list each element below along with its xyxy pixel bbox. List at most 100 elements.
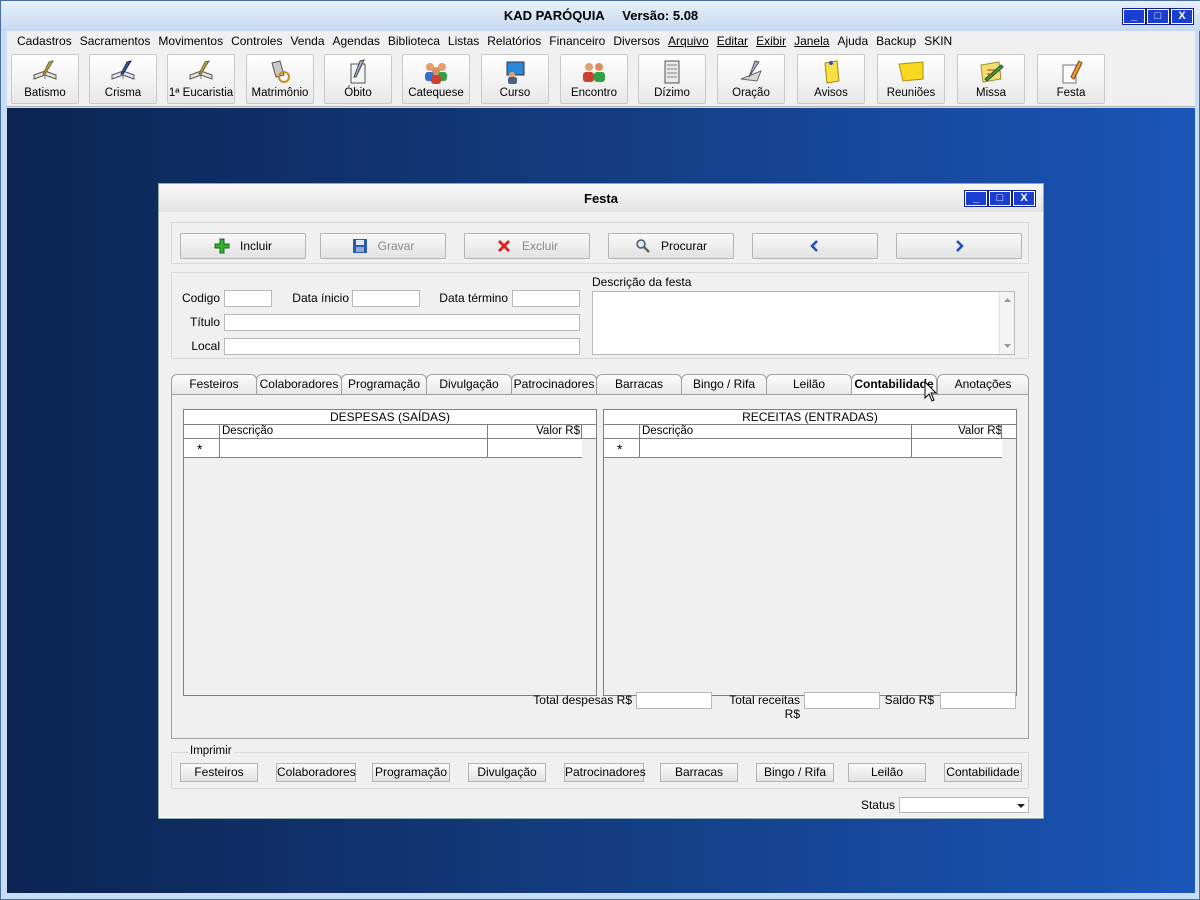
procurar-button[interactable]: Procurar bbox=[608, 233, 734, 259]
gravar-button[interactable]: Gravar bbox=[320, 233, 446, 259]
print-patrocinadores-button[interactable]: Patrocinadores bbox=[564, 763, 646, 782]
form-group: Codigo Data ínicio Data término Título L… bbox=[171, 272, 1029, 359]
arrow-left-icon bbox=[810, 240, 818, 252]
menu-ajuda[interactable]: Ajuda bbox=[833, 34, 872, 48]
codigo-field[interactable] bbox=[224, 290, 272, 307]
tab-bingo-rifa[interactable]: Bingo / Rifa bbox=[681, 374, 767, 394]
tab-patrocinadores[interactable]: Patrocinadores bbox=[511, 374, 597, 394]
next-record-button[interactable] bbox=[896, 233, 1022, 259]
sticky-note-icon bbox=[898, 61, 924, 82]
menu-sacramentos[interactable]: Sacramentos bbox=[76, 34, 155, 48]
toolbar-matrimonio-button[interactable]: Matrimônio bbox=[246, 54, 314, 104]
title-bar: KAD PARÓQUIA Versão: 5.08 _ □ X bbox=[1, 1, 1200, 31]
imprimir-group: Imprimir Festeiros Colaboradores Program… bbox=[171, 745, 1029, 789]
print-divulgacao-button[interactable]: Divulgação bbox=[468, 763, 546, 782]
menu-backup[interactable]: Backup bbox=[872, 34, 920, 48]
toolbar: Batismo Crisma 1ª Eucaristia Matrimônio … bbox=[7, 51, 1195, 107]
data-inicio-field[interactable] bbox=[352, 290, 420, 307]
despesas-new-row[interactable]: * bbox=[184, 439, 582, 458]
tab-anotacoes[interactable]: Anotações bbox=[937, 374, 1029, 394]
plus-icon bbox=[214, 238, 230, 254]
command-bar: Incluir Gravar Excluir Procurar bbox=[171, 222, 1029, 264]
menu-cadastros[interactable]: Cadastros bbox=[13, 34, 76, 48]
toolbar-missa-button[interactable]: Missa bbox=[957, 54, 1025, 104]
menu-exibir[interactable]: Exibir bbox=[752, 34, 790, 48]
print-festeiros-button[interactable]: Festeiros bbox=[180, 763, 258, 782]
print-leilao-button[interactable]: Leilão bbox=[848, 763, 926, 782]
excluir-button[interactable]: Excluir bbox=[464, 233, 590, 259]
minimize-button[interactable]: _ bbox=[1122, 8, 1146, 25]
toolbar-avisos-button[interactable]: Avisos bbox=[797, 54, 865, 104]
close-button[interactable]: X bbox=[1170, 8, 1194, 25]
menu-diversos[interactable]: Diversos bbox=[609, 34, 664, 48]
descricao-textarea[interactable] bbox=[592, 291, 1015, 355]
tab-barracas[interactable]: Barracas bbox=[596, 374, 682, 394]
local-field[interactable] bbox=[224, 338, 580, 355]
note-icon bbox=[824, 60, 840, 84]
menu-janela[interactable]: Janela bbox=[790, 34, 833, 48]
receitas-col-descricao: Descrição bbox=[642, 425, 694, 437]
pencil-note-icon bbox=[980, 61, 1004, 83]
tab-leilao[interactable]: Leilão bbox=[766, 374, 852, 394]
titulo-field[interactable] bbox=[224, 314, 580, 331]
menu-movimentos[interactable]: Movimentos bbox=[154, 34, 227, 48]
receitas-grid[interactable]: RECEITAS (ENTRADAS) Descrição Valor R$ * bbox=[603, 409, 1017, 696]
codigo-label: Codigo bbox=[181, 291, 220, 305]
total-receitas-field[interactable] bbox=[804, 692, 880, 709]
book-pen-icon bbox=[189, 60, 213, 80]
saldo-field[interactable] bbox=[940, 692, 1016, 709]
menu-biblioteca[interactable]: Biblioteca bbox=[384, 34, 444, 48]
tab-colaboradores[interactable]: Colaboradores bbox=[256, 374, 342, 394]
toolbar-batismo-button[interactable]: Batismo bbox=[11, 54, 79, 104]
floppy-disk-icon bbox=[352, 239, 367, 253]
menu-arquivo[interactable]: Arquivo bbox=[664, 34, 713, 48]
festa-window-title: Festa bbox=[584, 191, 618, 206]
total-receitas-label: Total receitas R$ bbox=[729, 693, 800, 721]
toolbar-eucaristia-button[interactable]: 1ª Eucaristia bbox=[167, 54, 235, 104]
print-programacao-button[interactable]: Programação bbox=[372, 763, 450, 782]
tab-divulgacao[interactable]: Divulgação bbox=[426, 374, 512, 394]
toolbar-reunioes-button[interactable]: Reuniões bbox=[877, 54, 945, 104]
descricao-scrollbar[interactable] bbox=[999, 292, 1014, 354]
status-select[interactable] bbox=[899, 797, 1029, 813]
receitas-new-row[interactable]: * bbox=[604, 439, 1002, 458]
previous-record-button[interactable] bbox=[752, 233, 878, 259]
maximize-button[interactable]: □ bbox=[1146, 8, 1170, 25]
total-despesas-field[interactable] bbox=[636, 692, 712, 709]
print-barracas-button[interactable]: Barracas bbox=[660, 763, 738, 782]
book-pen-icon bbox=[111, 60, 135, 80]
toolbar-catequese-button[interactable]: Catequese bbox=[402, 54, 470, 104]
data-termino-field[interactable] bbox=[512, 290, 580, 307]
menu-controles[interactable]: Controles bbox=[227, 34, 286, 48]
toolbar-oracao-button[interactable]: Oração bbox=[717, 54, 785, 104]
festa-close-button[interactable]: X bbox=[1012, 190, 1036, 207]
print-contabilidade-button[interactable]: Contabilidade bbox=[944, 763, 1022, 782]
festa-maximize-button[interactable]: □ bbox=[988, 190, 1012, 207]
menu-editar[interactable]: Editar bbox=[713, 34, 752, 48]
menu-venda[interactable]: Venda bbox=[286, 34, 328, 48]
menu-listas[interactable]: Listas bbox=[444, 34, 483, 48]
scroll-arrows-icon bbox=[1004, 298, 1011, 348]
toolbar-festa-button[interactable]: Festa bbox=[1037, 54, 1105, 104]
print-colaboradores-button[interactable]: Colaboradores bbox=[276, 763, 356, 782]
toolbar-encontro-button[interactable]: Encontro bbox=[560, 54, 628, 104]
incluir-button[interactable]: Incluir bbox=[180, 233, 306, 259]
tab-festeiros[interactable]: Festeiros bbox=[171, 374, 257, 394]
toolbar-obito-button[interactable]: Óbito bbox=[324, 54, 392, 104]
menu-skin[interactable]: SKIN bbox=[920, 34, 956, 48]
saldo-label: Saldo R$ bbox=[884, 693, 934, 707]
mouse-pointer-icon bbox=[924, 381, 938, 402]
menu-financeiro[interactable]: Financeiro bbox=[545, 34, 609, 48]
toolbar-curso-button[interactable]: Curso bbox=[481, 54, 549, 104]
despesas-col-descricao: Descrição bbox=[222, 425, 274, 437]
toolbar-crisma-button[interactable]: Crisma bbox=[89, 54, 157, 104]
arrow-right-icon bbox=[956, 240, 964, 252]
print-bingo-rifa-button[interactable]: Bingo / Rifa bbox=[756, 763, 834, 782]
festa-minimize-button[interactable]: _ bbox=[964, 190, 988, 207]
toolbar-dizimo-button[interactable]: Dízimo bbox=[638, 54, 706, 104]
menu-relatorios[interactable]: Relatórios bbox=[483, 34, 545, 48]
menu-agendas[interactable]: Agendas bbox=[329, 34, 384, 48]
pencil-paper-icon bbox=[1062, 60, 1083, 84]
tab-programacao[interactable]: Programação bbox=[341, 374, 427, 394]
despesas-grid[interactable]: DESPESAS (SAÍDAS) Descrição Valor R$ * bbox=[183, 409, 597, 696]
